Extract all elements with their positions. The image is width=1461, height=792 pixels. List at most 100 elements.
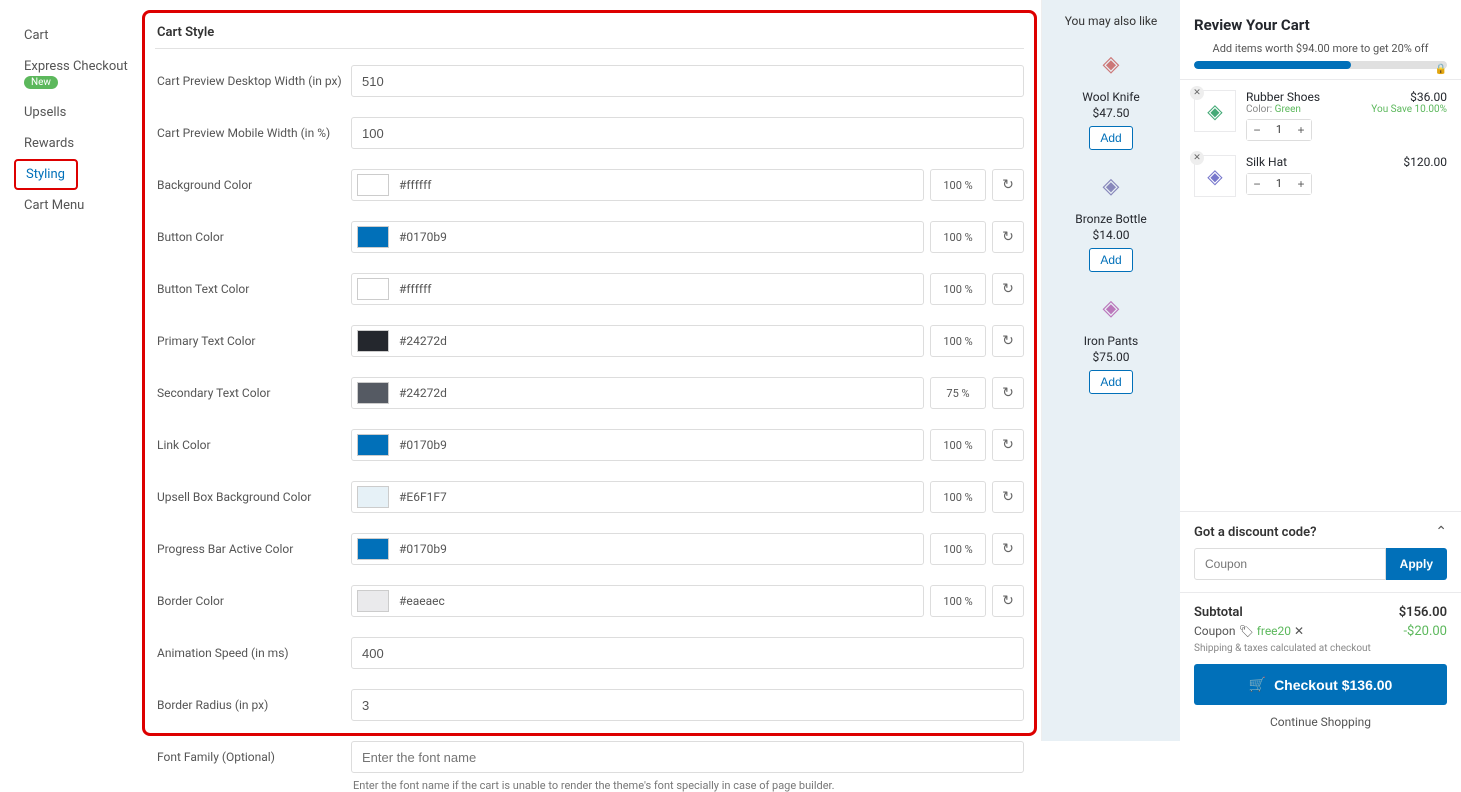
color-input-btn-text[interactable]: #ffffff <box>351 273 924 305</box>
opacity-border[interactable]: 100 % <box>930 585 986 617</box>
qty-value: 1 <box>1267 120 1291 140</box>
cart-item: ✕ ◈ Silk Hat −1+ $120.00 <box>1194 155 1447 197</box>
progress-fill <box>1194 61 1351 69</box>
product-image-icon: ◈ <box>1091 44 1131 84</box>
swatch-progress <box>357 538 389 560</box>
input-desktop-width[interactable] <box>351 65 1024 97</box>
hex-progress: #0170b9 <box>389 542 923 556</box>
opacity-btn-text[interactable]: 100 % <box>930 273 986 305</box>
upsell-add-button[interactable]: Add <box>1089 126 1132 150</box>
opacity-secondary[interactable]: 75 % <box>930 377 986 409</box>
opacity-primary[interactable]: 100 % <box>930 325 986 357</box>
swatch-btn-text <box>357 278 389 300</box>
coupon-line: Coupon 🏷 free20 ✕ <box>1194 624 1304 639</box>
sidebar-item-rewards[interactable]: Rewards <box>24 128 130 159</box>
reset-primary[interactable]: ↻ <box>992 325 1024 357</box>
input-anim-speed[interactable] <box>351 637 1024 669</box>
input-mobile-width[interactable] <box>351 117 1024 149</box>
qty-minus[interactable]: − <box>1247 174 1267 194</box>
opacity-btn[interactable]: 100 % <box>930 221 986 253</box>
coupon-input[interactable] <box>1194 548 1386 580</box>
reset-border[interactable]: ↻ <box>992 585 1024 617</box>
opacity-link[interactable]: 100 % <box>930 429 986 461</box>
reset-btn-text[interactable]: ↻ <box>992 273 1024 305</box>
swatch-upsellbg <box>357 486 389 508</box>
qty-value: 1 <box>1267 174 1291 194</box>
item-name: Rubber Shoes <box>1246 90 1347 104</box>
opacity-progress[interactable]: 100 % <box>930 533 986 565</box>
sidebar-item-upsells[interactable]: Upsells <box>24 97 130 128</box>
item-savings: You Save 10.00% <box>1357 104 1447 115</box>
upsell-price: $75.00 <box>1050 350 1172 364</box>
swatch-border <box>357 590 389 612</box>
sidebar-item-express-checkout[interactable]: Express Checkout New <box>24 51 130 97</box>
reset-icon: ↻ <box>1002 333 1014 349</box>
cart-title: Review Your Cart <box>1194 16 1447 34</box>
reset-bg[interactable]: ↻ <box>992 169 1024 201</box>
upsell-add-button[interactable]: Add <box>1089 248 1132 272</box>
remove-coupon-icon[interactable]: ✕ <box>1294 624 1304 638</box>
discount-title: Got a discount code? <box>1194 525 1317 540</box>
cart-icon: 🛒 <box>1249 676 1266 693</box>
item-price: $36.00 <box>1357 90 1447 104</box>
item-name: Silk Hat <box>1246 155 1347 169</box>
label-bg-color: Background Color <box>155 178 351 192</box>
opacity-bg[interactable]: 100 % <box>930 169 986 201</box>
color-input-progress[interactable]: #0170b9 <box>351 533 924 565</box>
cart-body: ✕ ◈ Rubber Shoes Color: Green −1+ $36.00… <box>1180 80 1461 511</box>
totals-section: Subtotal $156.00 Coupon 🏷 free20 ✕ -$20.… <box>1180 592 1461 741</box>
panel-title: Cart Style <box>155 25 1024 40</box>
color-input-btn[interactable]: #0170b9 <box>351 221 924 253</box>
hex-border: #eaeaec <box>389 594 923 608</box>
main-content: Cart Style Cart Preview Desktop Width (i… <box>130 0 1041 741</box>
color-input-bg[interactable]: #ffffff <box>351 169 924 201</box>
cart-preview: Review Your Cart Add items worth $94.00 … <box>1180 0 1461 741</box>
upsell-item: ◈ Iron Pants $75.00 Add <box>1050 288 1172 394</box>
cart-preview-column: You may also like ◈ Wool Knife $47.50 Ad… <box>1041 0 1461 741</box>
reset-btn[interactable]: ↻ <box>992 221 1024 253</box>
reset-upsellbg[interactable]: ↻ <box>992 481 1024 513</box>
upsell-name: Iron Pants <box>1050 334 1172 348</box>
color-input-secondary[interactable]: #24272d <box>351 377 924 409</box>
qty-stepper[interactable]: −1+ <box>1246 173 1312 195</box>
sidebar-item-styling[interactable]: Styling <box>14 159 78 190</box>
color-input-link[interactable]: #0170b9 <box>351 429 924 461</box>
remove-item-button[interactable]: ✕ <box>1190 86 1204 100</box>
qty-minus[interactable]: − <box>1247 120 1267 140</box>
promo-bar: Add items worth $94.00 more to get 20% o… <box>1180 42 1461 80</box>
input-font-family[interactable] <box>351 741 1024 773</box>
color-input-upsell-bg[interactable]: #E6F1F7 <box>351 481 924 513</box>
swatch-bg <box>357 174 389 196</box>
opacity-upsellbg[interactable]: 100 % <box>930 481 986 513</box>
qty-stepper[interactable]: −1+ <box>1246 119 1312 141</box>
font-helper-text: Enter the font name if the cart is unabl… <box>353 779 1024 792</box>
reset-icon: ↻ <box>1002 177 1014 193</box>
checkout-button[interactable]: 🛒Checkout $136.00 <box>1194 664 1447 705</box>
upsell-name: Bronze Bottle <box>1050 212 1172 226</box>
qty-plus[interactable]: + <box>1291 174 1311 194</box>
subtotal-value: $156.00 <box>1399 605 1447 620</box>
upsell-item: ◈ Bronze Bottle $14.00 Add <box>1050 166 1172 272</box>
chevron-up-icon[interactable]: ⌃ <box>1435 524 1447 540</box>
input-border-radius[interactable] <box>351 689 1024 721</box>
swatch-secondary <box>357 382 389 404</box>
reset-icon: ↻ <box>1002 593 1014 609</box>
swatch-primary <box>357 330 389 352</box>
reset-icon: ↻ <box>1002 229 1014 245</box>
continue-shopping-link[interactable]: Continue Shopping <box>1194 715 1447 729</box>
reset-secondary[interactable]: ↻ <box>992 377 1024 409</box>
reset-progress[interactable]: ↻ <box>992 533 1024 565</box>
sidebar-item-cart-menu[interactable]: Cart Menu <box>24 190 130 221</box>
reset-link[interactable]: ↻ <box>992 429 1024 461</box>
label-border-color: Border Color <box>155 594 351 608</box>
sidebar-item-cart[interactable]: Cart <box>24 20 130 51</box>
remove-item-button[interactable]: ✕ <box>1190 151 1204 165</box>
color-input-border[interactable]: #eaeaec <box>351 585 924 617</box>
color-input-primary[interactable]: #24272d <box>351 325 924 357</box>
lock-icon: 🔒 <box>1435 64 1447 75</box>
hex-primary: #24272d <box>389 334 923 348</box>
qty-plus[interactable]: + <box>1291 120 1311 140</box>
new-badge: New <box>24 76 58 89</box>
apply-coupon-button[interactable]: Apply <box>1386 548 1447 580</box>
upsell-add-button[interactable]: Add <box>1089 370 1132 394</box>
